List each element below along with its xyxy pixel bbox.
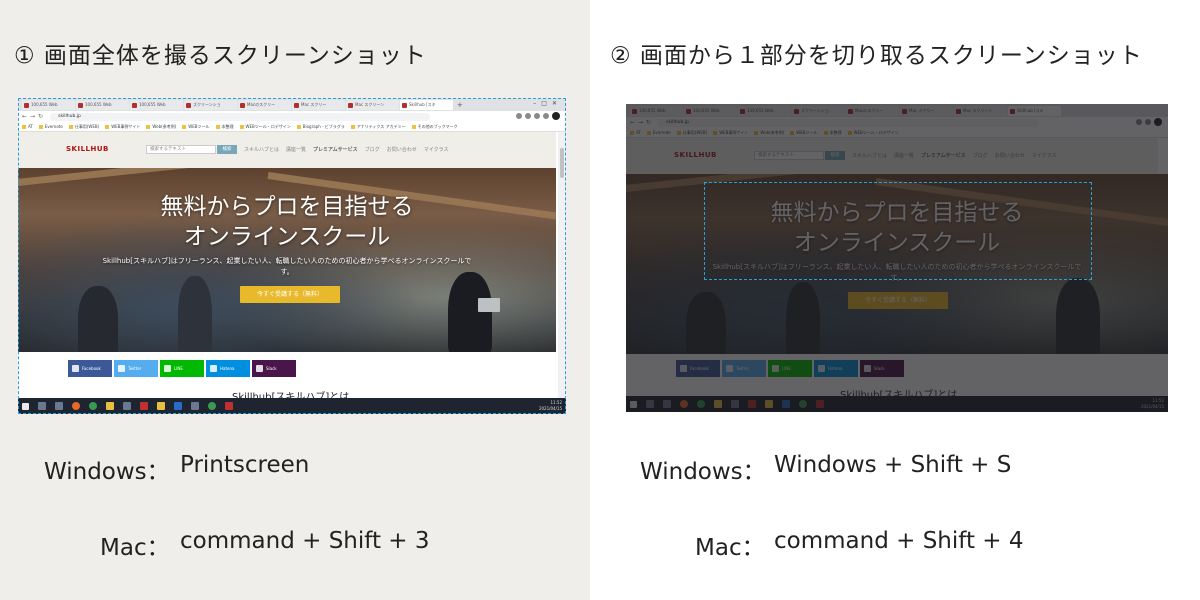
- site-nav-item[interactable]: 講座一覧: [286, 146, 306, 153]
- shortcut-row-windows: Windows： Printscreen: [44, 452, 309, 486]
- social-share-bar: Facebook Twitter LINE Hatena Slack: [68, 360, 296, 377]
- extension-icons: [516, 112, 560, 120]
- os-label: Windows：: [44, 459, 170, 485]
- page-scrollbar[interactable]: [558, 132, 566, 398]
- search-icon[interactable]: [38, 402, 46, 410]
- panel-title-fullscreen: ① 画面全体を撮るスクリーンショット: [14, 43, 427, 69]
- site-nav: スキルハブとは 講座一覧 プレミアムサービス ブログ お問い合わせ マイクラス: [244, 146, 449, 153]
- site-nav-item[interactable]: プレミアムサービス: [313, 146, 358, 153]
- site-header: SKILLHUB 検索するテキスト 検索 スキルハブとは 講座一覧 プレミアムサ…: [18, 132, 556, 168]
- windows-taskbar: 11:52 2021/04/15: [18, 398, 566, 414]
- right-panel: ② 画面から１部分を切り取るスクリーンショット 100,655 Web 100,…: [590, 0, 1200, 600]
- snip-dim-overlay: [626, 104, 1168, 412]
- profile-avatar-icon[interactable]: [552, 112, 560, 120]
- shortcut-row-mac: Mac： command + Shift + 4: [695, 528, 1024, 562]
- shortcut-keys: command + Shift + 3: [180, 528, 430, 554]
- browser-tab[interactable]: ズクリーンショ: [184, 99, 237, 110]
- extension-icon[interactable]: [534, 113, 540, 119]
- shortcut-row-mac: Mac： command + Shift + 3: [100, 528, 430, 562]
- left-panel: ① 画面全体を撮るスクリーンショット 100,655 Web 100,655 W…: [0, 0, 590, 600]
- app-icon[interactable]: [191, 402, 199, 410]
- app-icon[interactable]: [123, 402, 131, 410]
- partial-screenshot: 100,655 Web 100,655 Web 100,655 Web ズクリー…: [626, 104, 1168, 412]
- site-logo[interactable]: SKILLHUB: [66, 145, 109, 153]
- site-nav-item[interactable]: ブログ: [365, 146, 380, 153]
- hero-title-line: オンラインスクール: [183, 224, 391, 250]
- shortcut-row-windows: Windows： Windows + Shift + S: [640, 452, 1011, 486]
- site-nav-item[interactable]: お問い合わせ: [387, 146, 417, 153]
- extension-icon[interactable]: [543, 113, 549, 119]
- taskbar-clock: 11:52 2021/04/15: [539, 400, 562, 412]
- bookmark-item[interactable]: WEB事例サイト: [105, 124, 140, 130]
- browser-tab-active[interactable]: Skillhub [スキ: [400, 99, 453, 110]
- bookmark-item[interactable]: Web(参考例): [146, 124, 176, 130]
- browser-tab[interactable]: 100,655 Web: [22, 99, 75, 110]
- bookmark-item[interactable]: 本整理: [216, 124, 234, 130]
- shortcut-keys: Printscreen: [180, 452, 310, 478]
- site-search-input[interactable]: 検索するテキスト: [146, 145, 216, 154]
- browser-tab[interactable]: 100,655 Web: [130, 99, 183, 110]
- hero-title-line: 無料からプロを目指せる: [160, 194, 414, 220]
- bookmark-item[interactable]: Biograph - ビブラグラ: [297, 124, 345, 130]
- bookmark-item[interactable]: 仕事用(WEB): [69, 124, 99, 130]
- site-search-button[interactable]: 検索: [217, 145, 237, 154]
- browser-tab[interactable]: Mac スクリー: [292, 99, 345, 110]
- new-tab-icon[interactable]: +: [457, 100, 463, 110]
- bookmark-item[interactable]: Evernote: [39, 124, 63, 129]
- chrome-icon[interactable]: [89, 402, 97, 410]
- app-icon[interactable]: [174, 402, 182, 410]
- browser-tabbar: 100,655 Web 100,655 Web 100,655 Web ズクリー…: [18, 98, 566, 111]
- extension-icon[interactable]: [525, 113, 531, 119]
- fullscreen-screenshot: 100,655 Web 100,655 Web 100,655 Web ズクリー…: [18, 98, 566, 414]
- browser-tab[interactable]: 100,655 Web: [76, 99, 129, 110]
- app-icon[interactable]: [140, 402, 148, 410]
- windows-start-icon[interactable]: [22, 402, 29, 410]
- bookmarks-bar: AT Evernote 仕事用(WEB) WEB事例サイト Web(参考例) W…: [18, 122, 566, 132]
- url-field[interactable]: skillhub.jp: [50, 112, 431, 121]
- hatena-share-button[interactable]: Hatena: [206, 360, 250, 377]
- bookmark-item[interactable]: AT: [22, 124, 33, 129]
- shortcut-keys: command + Shift + 4: [774, 528, 1024, 554]
- browser-tab[interactable]: Mac スクリーン: [346, 99, 399, 110]
- hero-title: 無料からプロを目指せる オンラインスクール: [18, 192, 556, 252]
- bookmark-item[interactable]: WEBツール: [182, 124, 209, 130]
- panel-title-partial: ② 画面から１部分を切り取るスクリーンショット: [610, 43, 1143, 69]
- facebook-share-button[interactable]: Facebook: [68, 360, 112, 377]
- navigation-icons[interactable]: ←→↻: [22, 113, 46, 120]
- adobe-illustrator-icon[interactable]: [225, 402, 233, 410]
- os-label: Mac：: [695, 535, 765, 561]
- site-nav-item[interactable]: スキルハブとは: [244, 146, 279, 153]
- shortcut-keys: Windows + Shift + S: [774, 452, 1012, 478]
- window-controls-icon[interactable]: –□✕: [533, 100, 562, 107]
- app-icon[interactable]: [106, 402, 114, 410]
- address-bar: ←→↻ skillhub.jp: [18, 111, 566, 122]
- site-nav-item[interactable]: マイクラス: [424, 146, 449, 153]
- firefox-icon[interactable]: [72, 402, 80, 410]
- hero-section: 無料からプロを目指せる オンラインスクール Skillhub[スキルハブ]はフリ…: [18, 168, 556, 352]
- bookmark-item[interactable]: WEBツール・ロデザイン: [240, 124, 291, 130]
- extension-icon[interactable]: [516, 113, 522, 119]
- app-icon[interactable]: [208, 402, 216, 410]
- cta-button[interactable]: 今すぐ受講する（無料）: [240, 286, 340, 303]
- twitter-share-button[interactable]: Twitter: [114, 360, 158, 377]
- os-label: Windows：: [640, 459, 766, 485]
- clock-date: 2021/04/15: [538, 406, 562, 411]
- hero-subtitle: Skillhub[スキルハブ]はフリーランス、起業したい人、転職したい人のための…: [102, 257, 472, 276]
- line-share-button[interactable]: LINE: [160, 360, 204, 377]
- os-label: Mac：: [100, 535, 170, 561]
- folder-icon[interactable]: [157, 402, 165, 410]
- task-view-icon[interactable]: [55, 402, 63, 410]
- bookmark-item[interactable]: その他のブックマーク: [412, 124, 458, 130]
- browser-tab[interactable]: Macのスクリー: [238, 99, 291, 110]
- bookmark-item[interactable]: アナリティクス アカデミー: [351, 124, 406, 130]
- slack-share-button[interactable]: Slack: [252, 360, 296, 377]
